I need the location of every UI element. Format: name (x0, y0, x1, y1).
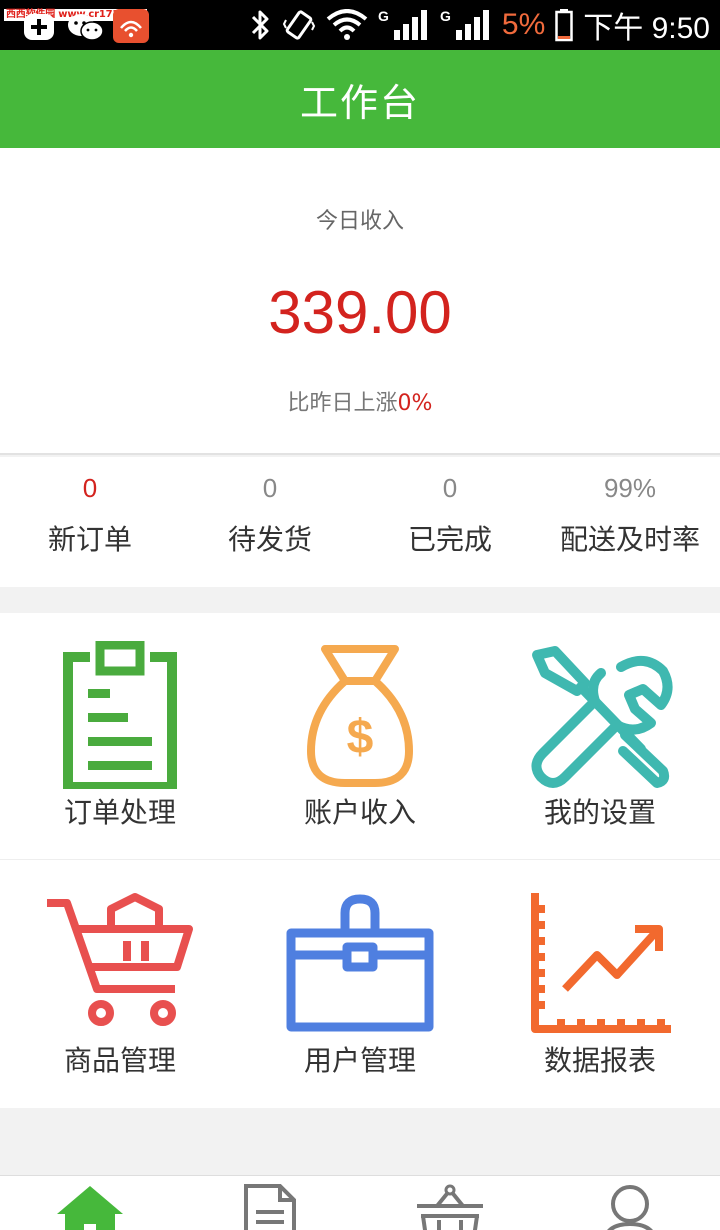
feature-row: 商品管理 用户管理 数据报表 (0, 861, 720, 1108)
order-stats: 0 新订单 0 待发货 0 已完成 99% 配送及时率 (0, 457, 720, 587)
income-amount: 339.00 (268, 279, 452, 346)
vibrate-icon (282, 10, 316, 40)
signal-icon-2: G (440, 8, 489, 40)
page-title: 工作台 (299, 80, 420, 125)
notification-icons: 西西软件园 www.cr173.com (0, 0, 170, 50)
basket-icon (417, 1184, 483, 1230)
stat-value: 0 (262, 473, 278, 503)
stat-label: 待发货 (227, 523, 312, 556)
tab-profile[interactable] (540, 1176, 720, 1230)
tile-product-management[interactable]: 商品管理 (0, 861, 240, 1108)
home-icon (57, 1186, 123, 1230)
bottom-tab-bar (0, 1175, 720, 1230)
briefcase-icon (286, 894, 434, 1032)
add-notification-icon (24, 14, 54, 40)
app-notification-icon (113, 9, 149, 43)
wechat-icon (68, 14, 104, 41)
tab-orders[interactable] (180, 1176, 360, 1230)
document-icon (244, 1184, 296, 1230)
tile-account-income[interactable]: $ 账户收入 (240, 613, 480, 859)
tab-products[interactable] (360, 1176, 540, 1230)
feature-row: 订单处理 $ 账户收入 我的设置 (0, 613, 720, 860)
wifi-icon (326, 9, 368, 40)
income-panel[interactable]: 今日收入 339.00 比昨日上涨0% (0, 148, 720, 455)
svg-text:$: $ (347, 711, 374, 764)
tile-label: 订单处理 (63, 796, 176, 829)
tile-data-reports[interactable]: 数据报表 (480, 861, 720, 1108)
tile-user-management[interactable]: 用户管理 (240, 861, 480, 1108)
tile-order-processing[interactable]: 订单处理 (0, 613, 240, 859)
app-header: 工作台 (0, 50, 720, 148)
tab-home[interactable] (0, 1176, 180, 1230)
clipboard-icon (63, 641, 177, 789)
tools-icon (531, 646, 673, 788)
income-compare-text: 比昨日上涨 (287, 391, 398, 416)
chart-icon (531, 893, 671, 1033)
income-compare-percent: 0% (397, 391, 433, 416)
status-bar: 西西软件园 www.cr173.com G G 5% 下午 9:50 (0, 0, 720, 50)
tile-label: 账户收入 (303, 796, 416, 829)
stat-value: 0 (442, 473, 458, 503)
bluetooth-icon (251, 10, 269, 40)
tile-label: 我的设置 (543, 796, 656, 829)
battery-icon (555, 9, 574, 42)
stat-completed[interactable]: 0 已完成 (360, 457, 540, 587)
income-label: 今日收入 (315, 209, 404, 234)
income-compare: 比昨日上涨0% (0, 385, 720, 417)
stat-label: 配送及时率 (559, 523, 700, 556)
shopping-cart-icon (47, 893, 193, 1026)
svg-text:G: G (440, 8, 451, 24)
stat-pending-shipment[interactable]: 0 待发货 (180, 457, 360, 587)
battery-percent: 5% (501, 8, 546, 41)
money-bag-icon: $ (306, 645, 414, 787)
stat-value: 0 (82, 473, 98, 503)
svg-text:G: G (378, 8, 389, 24)
tile-label: 用户管理 (303, 1044, 416, 1077)
stat-value: 99% (603, 473, 657, 503)
feature-grid: 订单处理 $ 账户收入 我的设置 商品管理 用户管理 数据报表 (0, 613, 720, 1108)
stat-on-time-rate[interactable]: 99% 配送及时率 (540, 457, 720, 587)
clock: 下午 9:50 (583, 12, 710, 45)
system-status: G G 5% 下午 9:50 (248, 0, 710, 50)
stat-new-orders[interactable]: 0 新订单 (0, 457, 180, 587)
tile-my-settings[interactable]: 我的设置 (480, 613, 720, 859)
stat-label: 已完成 (407, 523, 492, 556)
stat-label: 新订单 (47, 523, 132, 556)
signal-icon-1: G (378, 8, 427, 40)
tile-label: 商品管理 (63, 1044, 176, 1077)
tile-label: 数据报表 (543, 1044, 656, 1077)
user-icon (607, 1185, 653, 1230)
